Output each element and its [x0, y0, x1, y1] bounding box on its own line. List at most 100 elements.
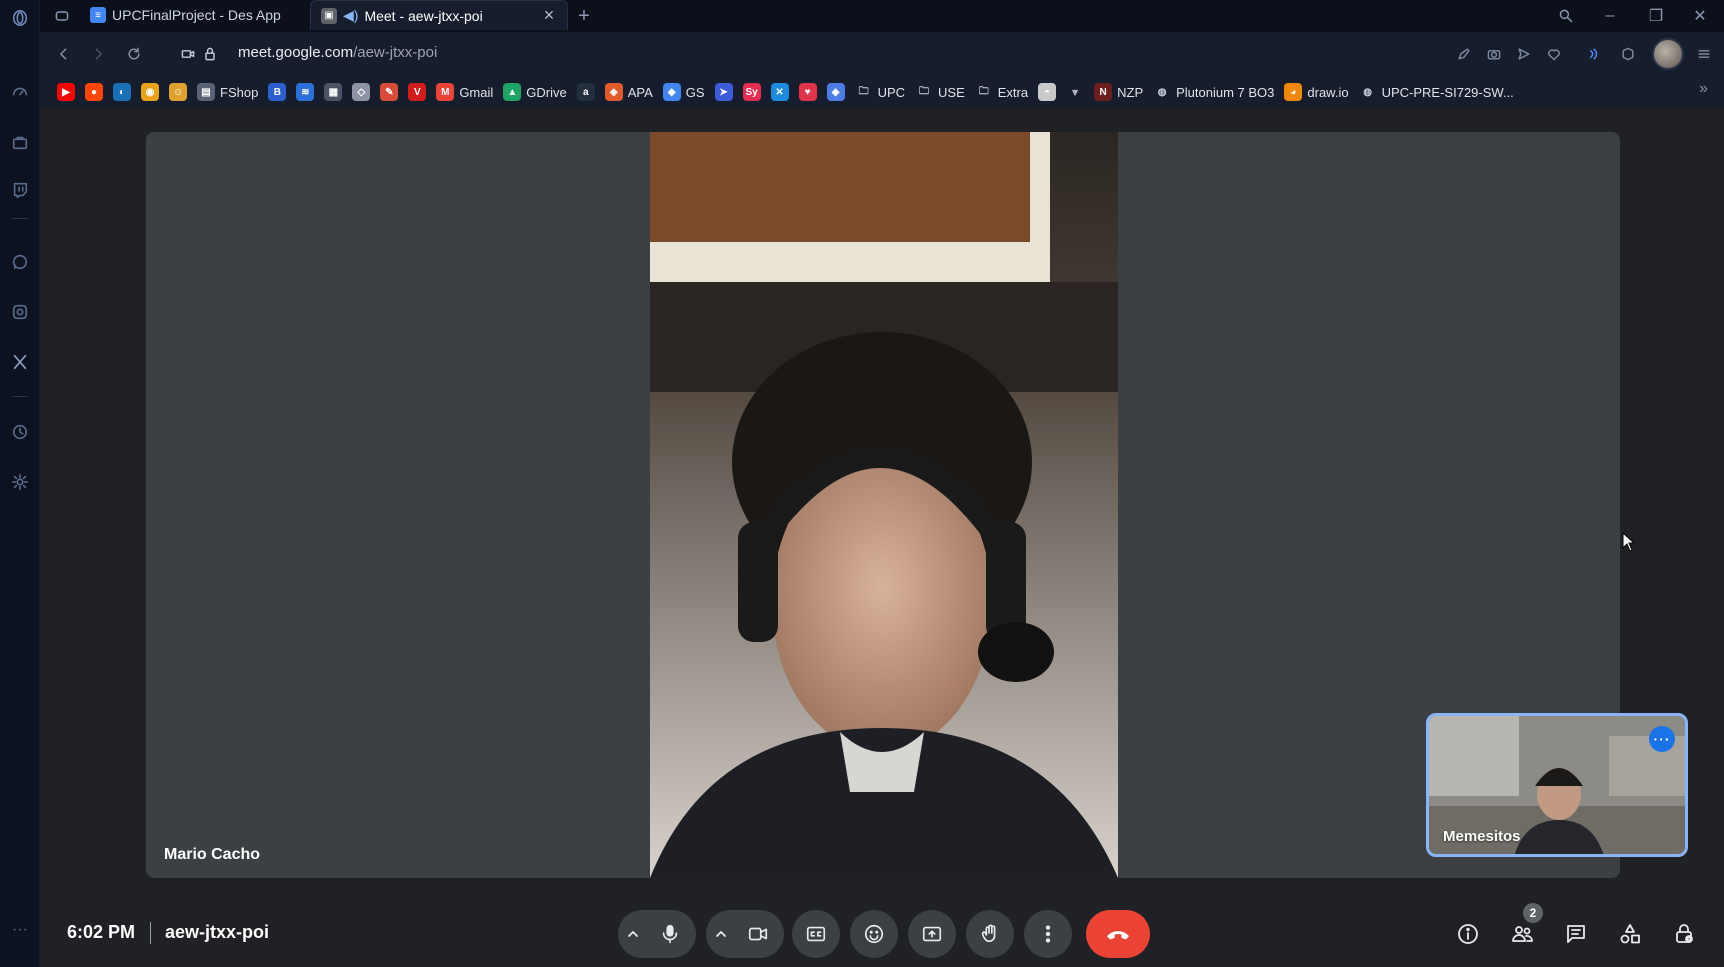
- bookmark-upc-pre-si729-sw[interactable]: ◍ UPC-PRE-SI729-SW...: [1354, 80, 1519, 104]
- bookmark-upc[interactable]: 🗀 UPC: [850, 80, 910, 104]
- leave-call-button[interactable]: [1086, 910, 1150, 958]
- bookmark-youtube[interactable]: ▶: [52, 80, 80, 104]
- meet-icon: ▣: [321, 7, 337, 24]
- bookmark-stack[interactable]: ≋: [291, 80, 319, 104]
- self-options-button[interactable]: ···: [1649, 726, 1675, 752]
- search-tabs-icon[interactable]: [1554, 4, 1578, 28]
- info-icon: [1458, 924, 1478, 944]
- bookmark-x-box[interactable]: ✕: [766, 80, 794, 104]
- send-icon[interactable]: [1512, 42, 1536, 66]
- tab-meet[interactable]: ▣ ◀) Meet - aew-jtxx-poi ×: [310, 0, 568, 30]
- bookmark-plutonium-7-bo3[interactable]: ◍ Plutonium 7 BO3: [1148, 80, 1279, 104]
- reload-button[interactable]: [122, 42, 146, 66]
- bookmark-amazon[interactable]: a: [572, 80, 600, 104]
- forward-button[interactable]: [86, 42, 110, 66]
- bookmark-roblox[interactable]: ◇: [347, 80, 375, 104]
- x-twitter-icon[interactable]: [8, 350, 32, 374]
- folder-icon: 🗀: [919, 85, 930, 97]
- meeting-details-button[interactable]: [1444, 910, 1492, 958]
- back-button[interactable]: [52, 42, 76, 66]
- bookmark-chrome[interactable]: ◉: [136, 80, 164, 104]
- tab-upc-final-project[interactable]: ≡ UPCFinalProject - Des App ×: [80, 0, 338, 30]
- folder-icon: 🗀: [858, 85, 869, 97]
- bookmark-gs[interactable]: ◆ GS: [658, 80, 710, 104]
- chat-button[interactable]: [1552, 910, 1600, 958]
- more-options-button[interactable]: [1024, 910, 1072, 958]
- easy-setup-icon[interactable]: [1452, 42, 1476, 66]
- stack-icon: ≋: [296, 83, 315, 101]
- more-vert-icon: [1045, 925, 1051, 943]
- bookmark-reddit[interactable]: ●: [80, 80, 108, 104]
- bookmark-extra[interactable]: 🗀 Extra: [970, 80, 1033, 104]
- bookmark-gdrive[interactable]: ▲ GDrive: [498, 80, 571, 104]
- bookmark-fshop[interactable]: ▤ FShop: [192, 80, 263, 104]
- profile-avatar[interactable]: [1652, 38, 1684, 70]
- microphone-button[interactable]: [648, 912, 692, 956]
- close-tab-icon[interactable]: ×: [541, 6, 557, 24]
- raise-hand-button[interactable]: [966, 910, 1014, 958]
- tab-workspaces-icon[interactable]: [50, 4, 74, 28]
- snapshot-icon[interactable]: [1482, 42, 1506, 66]
- bookmark-gmail[interactable]: M Gmail: [431, 80, 498, 104]
- present-screen-button[interactable]: [908, 910, 956, 958]
- bookmark-arrow-bookmark[interactable]: ➤: [710, 80, 738, 104]
- bookmark-smile[interactable]: ☺: [164, 80, 192, 104]
- new-tab-button[interactable]: +: [572, 4, 596, 28]
- whatsapp-icon[interactable]: [8, 250, 32, 274]
- opera-logo-icon[interactable]: [8, 6, 32, 30]
- camera-permission-icon[interactable]: [176, 42, 200, 66]
- extensions-icon[interactable]: [1616, 42, 1640, 66]
- bookmark-nzp[interactable]: N NZP: [1089, 80, 1148, 104]
- gs-icon: ◆: [662, 83, 681, 101]
- tab-title: UPCFinalProject - Des App: [112, 7, 281, 23]
- settings-icon[interactable]: [8, 470, 32, 494]
- audio-options-button[interactable]: [618, 910, 648, 958]
- instagram-icon[interactable]: [8, 300, 32, 324]
- bookmark-heart-gem[interactable]: ♥: [794, 80, 822, 104]
- aria-icon[interactable]: [1582, 42, 1606, 66]
- bookmark-label: USE: [938, 84, 965, 100]
- minimize-button[interactable]: –: [1598, 4, 1622, 28]
- bookmark-apa[interactable]: ◈ APA: [600, 80, 658, 104]
- bookmark-gem[interactable]: ◆: [822, 80, 850, 104]
- gmail-icon: M: [436, 83, 455, 101]
- bookmark-filter[interactable]: ⩔: [1061, 80, 1089, 104]
- main-participant-tile[interactable]: Mario Cacho: [146, 132, 1620, 878]
- bookmark-use[interactable]: 🗀 USE: [910, 80, 970, 104]
- bookmark-mask[interactable]: ◓: [1033, 80, 1061, 104]
- emoji-reactions-button[interactable]: [850, 910, 898, 958]
- bookmark-item[interactable]: ▦: [319, 80, 347, 104]
- url-field[interactable]: meet.google.com/aew-jtxx-poi: [238, 44, 437, 61]
- bookmark-b[interactable]: B: [263, 80, 291, 104]
- shopping-bag-icon[interactable]: [8, 130, 32, 154]
- bookmark-sy[interactable]: Sy: [738, 80, 766, 104]
- more-icon[interactable]: ···: [8, 918, 32, 942]
- speed-dial-icon[interactable]: [8, 80, 32, 104]
- lock-icon[interactable]: [198, 42, 222, 66]
- host-controls-button[interactable]: [1660, 910, 1708, 958]
- bookmarks-overflow-icon[interactable]: »: [1699, 80, 1708, 98]
- bookmark-v[interactable]: V: [403, 80, 431, 104]
- video-options-button[interactable]: [706, 910, 736, 958]
- captions-button[interactable]: [792, 910, 840, 958]
- emoji-icon: [864, 924, 884, 944]
- chat-icon: [1567, 925, 1585, 943]
- close-window-button[interactable]: ✕: [1688, 4, 1712, 28]
- self-view-tile[interactable]: ··· Memesitos: [1426, 713, 1688, 857]
- bookmark-draw-io[interactable]: ◕ draw.io: [1279, 80, 1353, 104]
- url-domain: meet.google.com: [238, 44, 354, 61]
- twitch-icon[interactable]: [8, 178, 32, 202]
- camera-button[interactable]: [736, 912, 780, 956]
- bookmark-pen[interactable]: ✎: [375, 80, 403, 104]
- heart-icon[interactable]: [1542, 42, 1566, 66]
- history-icon[interactable]: [8, 420, 32, 444]
- activities-button[interactable]: [1606, 910, 1654, 958]
- v-icon: V: [408, 83, 427, 101]
- easy-menu-icon[interactable]: [1692, 42, 1716, 66]
- tab-bar: ≡ UPCFinalProject - Des App × ▣ ◀) Meet …: [40, 0, 1724, 32]
- bookmark-label: UPC: [877, 84, 906, 100]
- chrome-icon: ◉: [141, 83, 159, 101]
- restore-button[interactable]: ❐: [1644, 4, 1668, 28]
- bookmark-steam[interactable]: ◐: [108, 80, 136, 104]
- raise-hand-icon: [981, 924, 996, 943]
